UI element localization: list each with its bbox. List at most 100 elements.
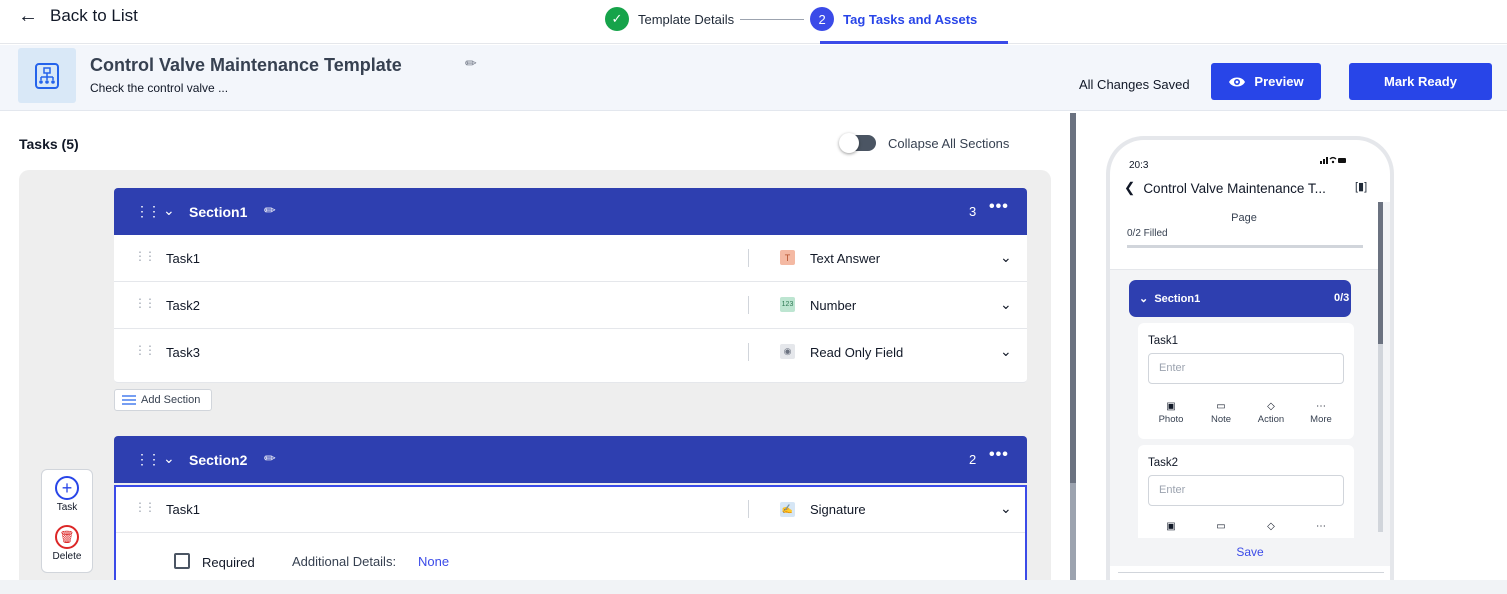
scrollbar-thumb[interactable] [1070, 113, 1076, 483]
step-label: Template Details [638, 11, 735, 27]
panel-scrollbar[interactable] [1070, 113, 1076, 594]
add-section-icon [122, 394, 136, 405]
preview-task-card: Task2 Enter ▣ ▭ ◇ ⋯ [1138, 445, 1354, 545]
note-icon: ▭ [1216, 521, 1226, 532]
number-icon: 123 [780, 297, 795, 312]
save-status: All Changes Saved [1079, 77, 1190, 92]
preview-button[interactable]: Preview [1211, 63, 1321, 100]
section-header-section2[interactable]: ⋮⋮ ⌄ Section2 ✏ 2 ••• [114, 436, 1027, 483]
column-divider [748, 249, 749, 267]
additional-details-link[interactable]: None [418, 554, 449, 569]
task-row[interactable]: ⋮⋮ Task1 T Text Answer ⌄ [114, 235, 1027, 282]
floating-action-bar: + Task 🗑 Delete [41, 469, 93, 573]
more-button[interactable]: ⋯ [1301, 521, 1341, 534]
mark-ready-button[interactable]: Mark Ready [1349, 63, 1492, 100]
action-button[interactable]: ◇ [1251, 521, 1291, 534]
preview-section-name: ⌄ Section1 [1139, 293, 1201, 305]
scan-icon[interactable]: [▮] [1355, 180, 1367, 193]
preview-section-header[interactable]: ⌄ Section1 0/3 [1129, 280, 1351, 317]
preview-scrollbar[interactable] [1378, 202, 1383, 532]
task-row[interactable]: ⋮⋮ Task2 123 Number ⌄ [114, 282, 1027, 329]
template-header: Control Valve Maintenance Template ✏ Che… [0, 45, 1507, 111]
add-section-button[interactable]: Add Section [114, 389, 212, 411]
answer-type: Signature [810, 502, 866, 517]
chevron-down-icon[interactable]: ⌄ [163, 202, 175, 219]
edit-section-pencil-icon[interactable]: ✏ [264, 450, 276, 467]
column-divider [748, 343, 749, 361]
page-label: Page [1231, 212, 1257, 224]
image-icon: ▣ [1166, 521, 1176, 532]
step-number: 2 [810, 7, 835, 31]
chevron-down-icon[interactable]: ⌄ [163, 450, 175, 467]
edit-title-pencil-icon[interactable]: ✏ [465, 55, 477, 72]
selected-task-card[interactable]: ⋮⋮ Task1 ✍ Signature ⌄ Required Addition… [114, 485, 1027, 594]
step-label: Tag Tasks and Assets [843, 11, 978, 27]
preview-answer-input[interactable]: Enter [1148, 475, 1344, 506]
toggle-switch[interactable] [839, 133, 876, 153]
toggle-knob [839, 133, 859, 153]
collapse-all-toggle[interactable]: Collapse All Sections [839, 133, 1010, 153]
status-time: 20:3 [1129, 160, 1149, 171]
section-task-count: 3 [969, 204, 977, 219]
more-button[interactable]: ⋯ More [1301, 401, 1341, 425]
signal-wifi-battery-icon [1320, 156, 1346, 167]
drag-handle-icon[interactable]: ⋮⋮ [135, 203, 161, 220]
task-row[interactable]: ⋮⋮ Task1 ✍ Signature ⌄ [116, 487, 1025, 533]
delete-label: Delete [52, 551, 82, 562]
more-options-icon[interactable]: ••• [989, 198, 1009, 216]
preview-task-name: Task2 [1148, 457, 1179, 469]
add-task-button[interactable]: + Task [42, 476, 92, 513]
top-bar: ← Back to List ✓ Template Details 2 Tag … [0, 0, 1507, 44]
note-button[interactable]: ▭ [1201, 521, 1241, 534]
task-row[interactable]: ⋮⋮ Task3 ◉ Read Only Field ⌄ [114, 329, 1027, 383]
task-name: Task1 [166, 251, 200, 266]
arrow-left-icon: ← [18, 5, 38, 27]
action-label: Photo [1158, 414, 1184, 425]
note-button[interactable]: ▭ Note [1201, 401, 1241, 425]
section-task-count: 2 [969, 452, 977, 467]
back-label: Back to List [50, 6, 138, 25]
drag-handle-icon[interactable]: ⋮⋮ [134, 249, 156, 263]
filled-count: 0/2 Filled [1127, 228, 1168, 239]
add-task-label: Task [56, 502, 78, 513]
step-tag-tasks[interactable]: 2 Tag Tasks and Assets [810, 7, 977, 31]
chevron-down-icon[interactable]: ⌄ [1000, 249, 1012, 266]
back-to-list-link[interactable]: ← Back to List [18, 6, 138, 26]
preview-save-button[interactable]: Save [1110, 538, 1390, 566]
delete-button[interactable]: 🗑 Delete [42, 525, 92, 562]
eye-icon: ◉ [780, 344, 795, 359]
task-name: Task1 [166, 502, 200, 517]
preview-section-count: 0/3 [1334, 292, 1350, 304]
signature-icon: ✍ [780, 502, 795, 517]
edit-section-pencil-icon[interactable]: ✏ [264, 202, 276, 219]
column-divider [748, 296, 749, 314]
step-template-details[interactable]: ✓ Template Details [605, 7, 734, 31]
chevron-down-icon[interactable]: ⌄ [1000, 500, 1012, 517]
drag-handle-icon[interactable]: ⋮⋮ [135, 451, 161, 468]
chevron-left-icon[interactable]: ❮ [1124, 180, 1135, 196]
check-icon: ✓ [605, 7, 629, 31]
drag-handle-icon[interactable]: ⋮⋮ [134, 296, 156, 310]
photo-button[interactable]: ▣ Photo [1151, 401, 1191, 425]
section-name: Section1 [189, 204, 248, 220]
collapse-label: Collapse All Sections [888, 135, 1010, 151]
tag-icon: ◇ [1267, 401, 1275, 412]
scrollbar-thumb[interactable] [1378, 202, 1383, 344]
chevron-down-icon[interactable]: ⌄ [1000, 296, 1012, 313]
eye-icon [1229, 77, 1246, 86]
trash-icon: 🗑 [55, 525, 79, 549]
action-button[interactable]: ◇ Action [1251, 401, 1291, 425]
more-options-icon[interactable]: ••• [989, 446, 1009, 464]
section-header-section1[interactable]: ⋮⋮ ⌄ Section1 ✏ 3 ••• [114, 188, 1027, 235]
answer-type: Read Only Field [810, 345, 904, 360]
drag-handle-icon[interactable]: ⋮⋮ [134, 500, 156, 514]
action-label: More [1310, 414, 1332, 425]
plus-icon: + [55, 476, 79, 500]
drag-handle-icon[interactable]: ⋮⋮ [134, 343, 156, 357]
photo-button[interactable]: ▣ [1151, 521, 1191, 534]
tag-icon: ◇ [1267, 521, 1275, 532]
chevron-down-icon[interactable]: ⌄ [1000, 343, 1012, 360]
preview-answer-input[interactable]: Enter [1148, 353, 1344, 384]
required-checkbox[interactable] [174, 553, 190, 569]
preview-title: Control Valve Maintenance T... [1143, 180, 1326, 196]
